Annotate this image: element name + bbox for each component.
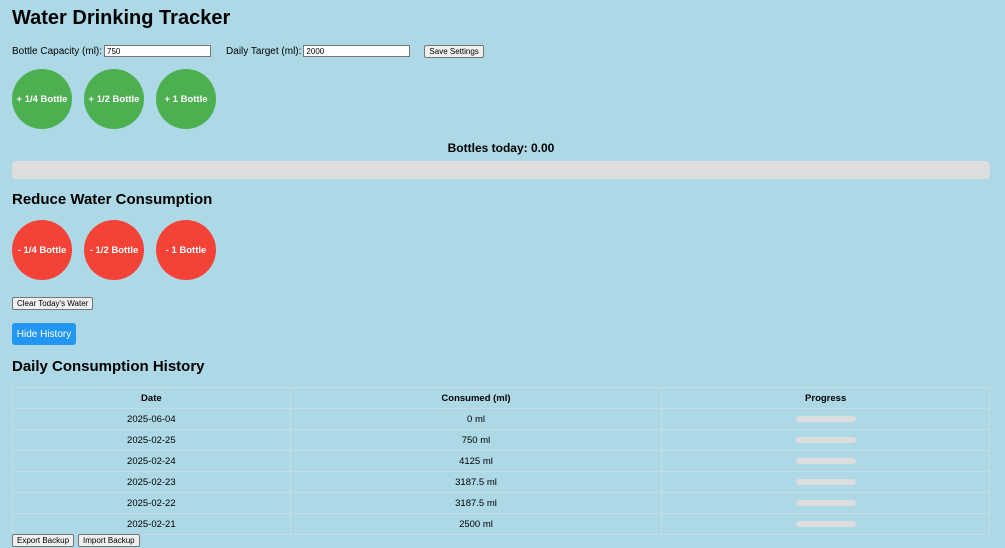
row-progress-bar	[795, 499, 856, 506]
row-progress	[661, 492, 990, 514]
add-half-bottle-button[interactable]: + 1/2 Bottle	[84, 69, 144, 129]
row-date: 2025-02-23	[12, 471, 291, 493]
row-progress-bar	[795, 478, 856, 485]
table-row: 2025-02-23 3187.5 ml	[12, 471, 990, 493]
row-consumed: 2500 ml	[289, 513, 663, 535]
history-header-row: Date Consumed (ml) Progress	[12, 387, 990, 409]
reduce-quarter-bottle-button[interactable]: - 1/4 Bottle	[12, 220, 72, 280]
export-backup-button[interactable]: Export Backup	[12, 534, 75, 547]
row-date: 2025-02-25	[12, 429, 291, 451]
reduce-heading: Reduce Water Consumption	[12, 191, 213, 208]
row-progress	[661, 471, 990, 493]
bottles-today-text: Bottles today: 0.00	[447, 141, 555, 155]
row-progress-bar	[795, 457, 856, 464]
row-progress-bar	[795, 436, 856, 443]
add-full-bottle-button[interactable]: + 1 Bottle	[156, 69, 216, 129]
reduce-water-buttons: - 1/4 Bottle - 1/2 Bottle - 1 Bottle	[12, 220, 216, 280]
daily-target-label: Daily Target (ml):	[226, 45, 302, 57]
save-settings-button[interactable]: Save Settings	[424, 44, 484, 58]
date-column-header: Date	[12, 387, 291, 409]
table-row: 2025-02-25 750 ml	[12, 429, 990, 451]
progress-column-header: Progress	[661, 387, 990, 409]
consumed-column-header: Consumed (ml)	[289, 387, 663, 409]
row-consumed: 3187.5 ml	[289, 492, 663, 514]
clear-today-button[interactable]: Clear Today's Water	[12, 297, 94, 310]
settings-bar: Bottle Capacity (ml): Daily Target (ml):…	[12, 44, 484, 58]
row-progress	[661, 513, 990, 535]
row-date: 2025-02-24	[12, 450, 291, 472]
row-consumed: 3187.5 ml	[289, 471, 663, 493]
row-progress-bar	[795, 520, 856, 527]
page-title: Water Drinking Tracker	[12, 7, 231, 29]
row-date: 2025-02-22	[12, 492, 291, 514]
bottle-capacity-label: Bottle Capacity (ml):	[12, 45, 103, 57]
row-consumed: 0 ml	[289, 408, 663, 430]
hide-history-button[interactable]: Hide History	[12, 323, 76, 345]
import-backup-button[interactable]: Import Backup	[78, 534, 140, 547]
reduce-full-bottle-button[interactable]: - 1 Bottle	[156, 220, 216, 280]
today-progress-bar	[12, 161, 990, 179]
row-date: 2025-02-21	[12, 513, 291, 535]
bottle-capacity-input[interactable]	[104, 45, 212, 57]
row-consumed: 750 ml	[289, 429, 663, 451]
add-quarter-bottle-button[interactable]: + 1/4 Bottle	[12, 69, 72, 129]
history-table: Date Consumed (ml) Progress 2025-06-04 0…	[12, 387, 990, 535]
daily-target-input[interactable]	[303, 45, 411, 57]
row-progress	[661, 429, 990, 451]
reduce-half-bottle-button[interactable]: - 1/2 Bottle	[84, 220, 144, 280]
backup-buttons: Export Backup Import Backup	[12, 534, 140, 547]
water-tracker-page: Water Drinking Tracker Bottle Capacity (…	[0, 0, 1005, 548]
table-row: 2025-06-04 0 ml	[12, 408, 990, 430]
history-heading: Daily Consumption History	[12, 358, 205, 375]
row-progress	[661, 450, 990, 472]
add-water-buttons: + 1/4 Bottle + 1/2 Bottle + 1 Bottle	[12, 69, 216, 129]
row-progress	[661, 408, 990, 430]
row-consumed: 4125 ml	[289, 450, 663, 472]
row-date: 2025-06-04	[12, 408, 291, 430]
table-row: 2025-02-21 2500 ml	[12, 513, 990, 535]
table-row: 2025-02-24 4125 ml	[12, 450, 990, 472]
table-row: 2025-02-22 3187.5 ml	[12, 492, 990, 514]
row-progress-bar	[795, 415, 856, 422]
